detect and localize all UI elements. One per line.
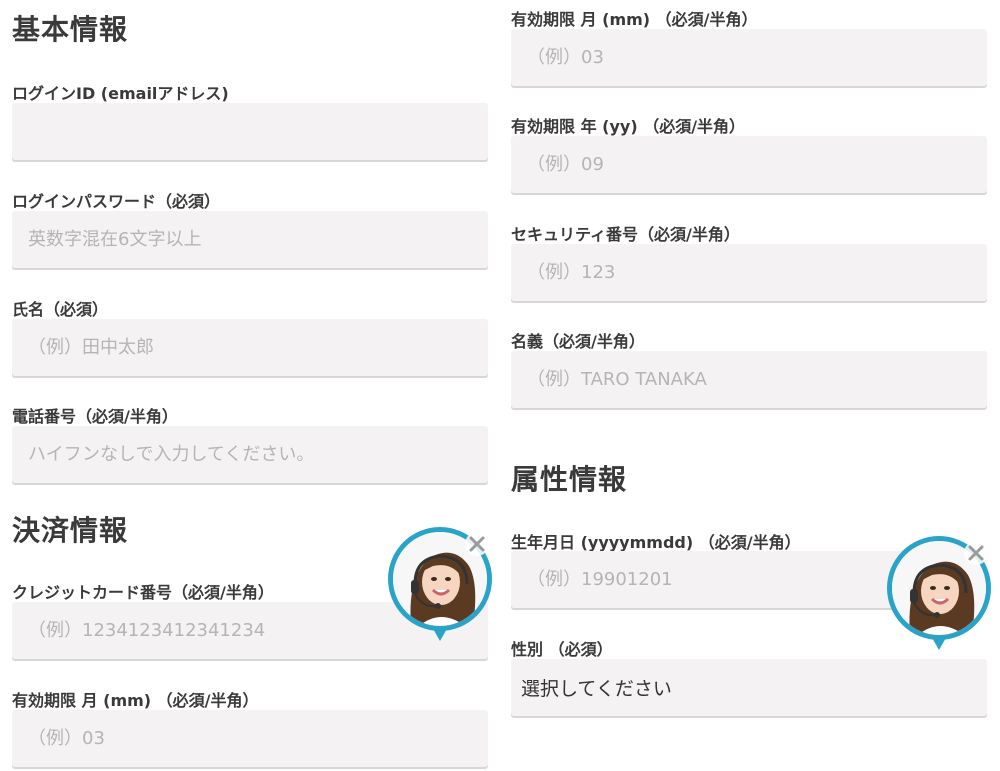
security-code-input[interactable] — [511, 244, 987, 301]
exp-month-label: 有効期限 月 (mm) （必須/半角） — [12, 691, 259, 710]
basic-info-title: 基本情報 — [12, 13, 129, 46]
support-chat-button-right[interactable] — [887, 536, 991, 656]
gender-select[interactable]: 選択してください — [511, 659, 987, 716]
password-label: ログインパスワード（必須） — [12, 192, 221, 211]
payment-info-title: 決済情報 — [12, 514, 129, 547]
security-code-label: セキュリティ番号（必須/半角） — [511, 225, 740, 244]
close-icon[interactable] — [963, 540, 989, 566]
card-holder-label: 名義（必須/半角） — [511, 332, 645, 351]
exp-month-input-right[interactable] — [511, 29, 987, 86]
name-input[interactable] — [12, 319, 488, 376]
password-input[interactable] — [12, 211, 488, 268]
login-id-label: ログインID (emailアドレス) — [12, 84, 229, 103]
exp-month-input[interactable] — [12, 710, 488, 767]
gender-select-value: 選択してください — [521, 678, 672, 700]
avatar-pointer — [931, 636, 947, 650]
attribute-info-title: 属性情報 — [511, 463, 628, 496]
card-holder-input[interactable] — [511, 351, 987, 408]
name-label: 氏名（必須） — [12, 300, 109, 319]
login-id-input[interactable] — [12, 103, 488, 160]
birthdate-label: 生年月日 (yyyymmdd) （必須/半角） — [511, 533, 801, 552]
phone-label: 電話番号（必須/半角） — [12, 407, 178, 426]
phone-input[interactable] — [12, 426, 488, 483]
exp-year-input[interactable] — [511, 136, 987, 193]
card-number-label: クレジットカード番号（必須/半角） — [12, 583, 274, 602]
avatar-pointer — [432, 627, 448, 641]
support-chat-button[interactable] — [388, 527, 492, 647]
gender-label: 性別 （必須） — [511, 640, 613, 659]
exp-year-label: 有効期限 年 (yy) （必須/半角） — [511, 117, 746, 136]
close-icon[interactable] — [464, 531, 490, 557]
exp-month-label-right: 有効期限 月 (mm) （必須/半角） — [511, 10, 758, 29]
